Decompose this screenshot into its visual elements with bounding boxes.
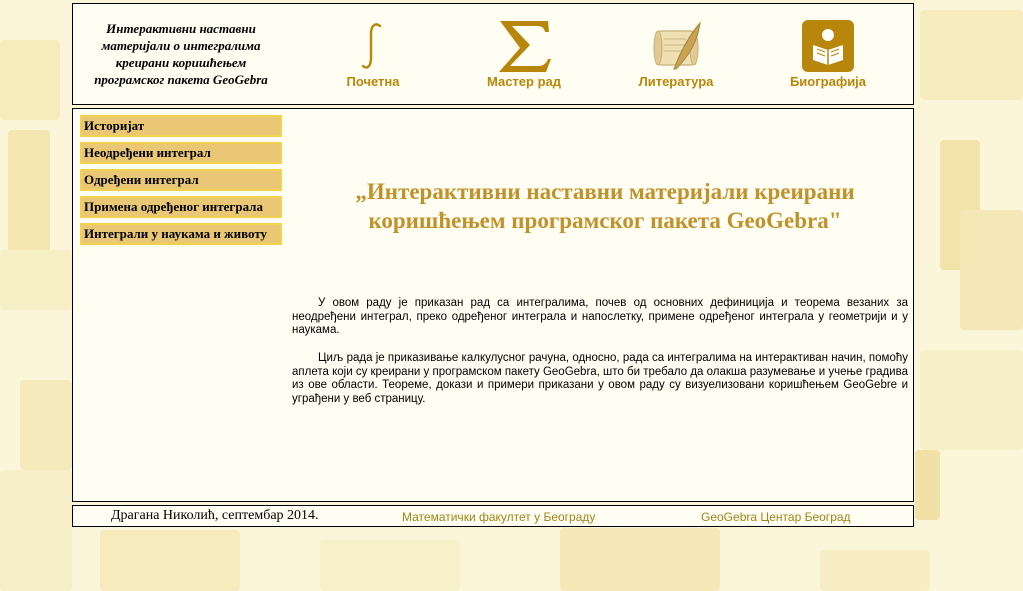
- bg-square: [0, 40, 60, 120]
- reader-icon: [768, 18, 888, 74]
- bg-square: [915, 450, 940, 520]
- sigma-icon: [464, 18, 584, 74]
- nav-master-thesis[interactable]: Мастер рад: [464, 4, 584, 104]
- sidebar-item-indefinite-integral[interactable]: Неодређени интеграл: [80, 142, 282, 164]
- bg-square: [20, 380, 72, 470]
- bg-square: [0, 250, 72, 310]
- page-headline: „Интерактивни наставни материјали креира…: [355, 179, 855, 233]
- bg-square: [920, 350, 1023, 450]
- nav-master-thesis-label: Мастер рад: [486, 74, 562, 89]
- bg-square: [0, 470, 72, 591]
- nav-biography[interactable]: Биографија: [768, 4, 888, 104]
- site-title: Интерактивни наставни материјали о интег…: [94, 21, 268, 87]
- sidebar-item-history[interactable]: Историјат: [80, 115, 282, 137]
- footer: Драгана Николић, септембар 2014. Математ…: [72, 505, 914, 527]
- header: Интерактивни наставни материјали о интег…: [72, 3, 914, 105]
- nav-biography-label: Биографија: [789, 74, 867, 89]
- sidebar-item-definite-integral-application[interactable]: Примена одређеног интеграла: [80, 196, 282, 218]
- nav-literature-label: Литература: [638, 74, 714, 89]
- bg-square: [560, 528, 720, 591]
- nav-home-label: Почетна: [346, 74, 400, 89]
- footer-link-faculty[interactable]: Математички факултет у Београду: [402, 510, 595, 524]
- sidebar-item-definite-integral[interactable]: Одређени интеграл: [80, 169, 282, 191]
- integral-icon: [313, 18, 433, 74]
- footer-link-geogebra-center[interactable]: GeoGebra Центар Београд: [701, 510, 851, 524]
- bg-square: [960, 210, 1023, 330]
- footer-author: Драгана Николић, септембар 2014.: [111, 508, 319, 523]
- goal-paragraph: Циљ рада је приказивање калкулусног рачу…: [292, 352, 908, 405]
- bg-square: [920, 10, 1023, 100]
- sidebar-item-integrals-in-science[interactable]: Интеграли у наукама и животу: [80, 223, 282, 245]
- bg-square: [100, 530, 240, 591]
- scroll-quill-icon: [616, 18, 736, 74]
- main-content: Историјат Неодређени интеграл Одређени и…: [72, 108, 914, 502]
- bg-square: [320, 540, 460, 591]
- intro-paragraph: У овом раду је приказан рад са интеграли…: [292, 297, 908, 337]
- nav-literature[interactable]: Литература: [616, 4, 736, 104]
- bg-square: [820, 550, 930, 591]
- nav-home[interactable]: Почетна: [313, 4, 433, 104]
